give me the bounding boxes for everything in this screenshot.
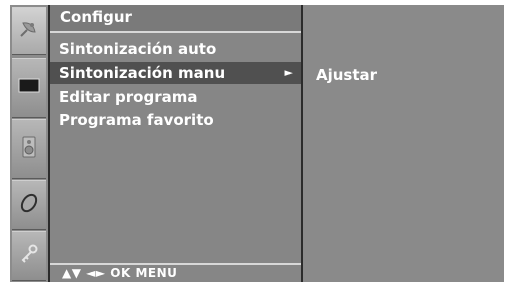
category-lock[interactable] [12, 231, 46, 281]
menu-item-manual-tuning[interactable]: Sintonización manu ► [50, 62, 301, 84]
menu-item-label: Sintonización auto [59, 40, 217, 58]
clock-icon [18, 192, 40, 218]
menu-item-edit-programs[interactable]: Editar programa [50, 86, 301, 108]
menu-item-auto-tuning[interactable]: Sintonización auto [50, 38, 301, 60]
speaker-icon [21, 136, 37, 162]
category-setup[interactable] [12, 7, 46, 55]
submenu-panel [303, 5, 504, 282]
category-time[interactable] [12, 180, 46, 230]
tv-osd-screen: Configur Sintonización auto Sintonizació… [0, 0, 506, 282]
menu-title: Configur [60, 8, 132, 26]
navigation-hint: ▲▼ ◄► OK MENU [62, 266, 178, 280]
menu-item-label: Editar programa [59, 88, 198, 106]
satellite-icon [18, 18, 40, 44]
category-picture[interactable] [12, 58, 46, 118]
key-icon [18, 243, 40, 269]
menu-item-label: Programa favorito [59, 111, 214, 129]
picture-icon [17, 76, 41, 100]
submenu-item-adjust[interactable]: Ajustar [316, 66, 377, 84]
menu-item-label: Sintonización manu [59, 64, 226, 82]
footer-divider [50, 263, 301, 265]
category-audio[interactable] [12, 119, 46, 179]
menu-title-bar: Configur [50, 5, 301, 33]
menu-item-favorite-program[interactable]: Programa favorito [50, 109, 301, 131]
submenu-arrow-icon: ► [284, 66, 293, 79]
